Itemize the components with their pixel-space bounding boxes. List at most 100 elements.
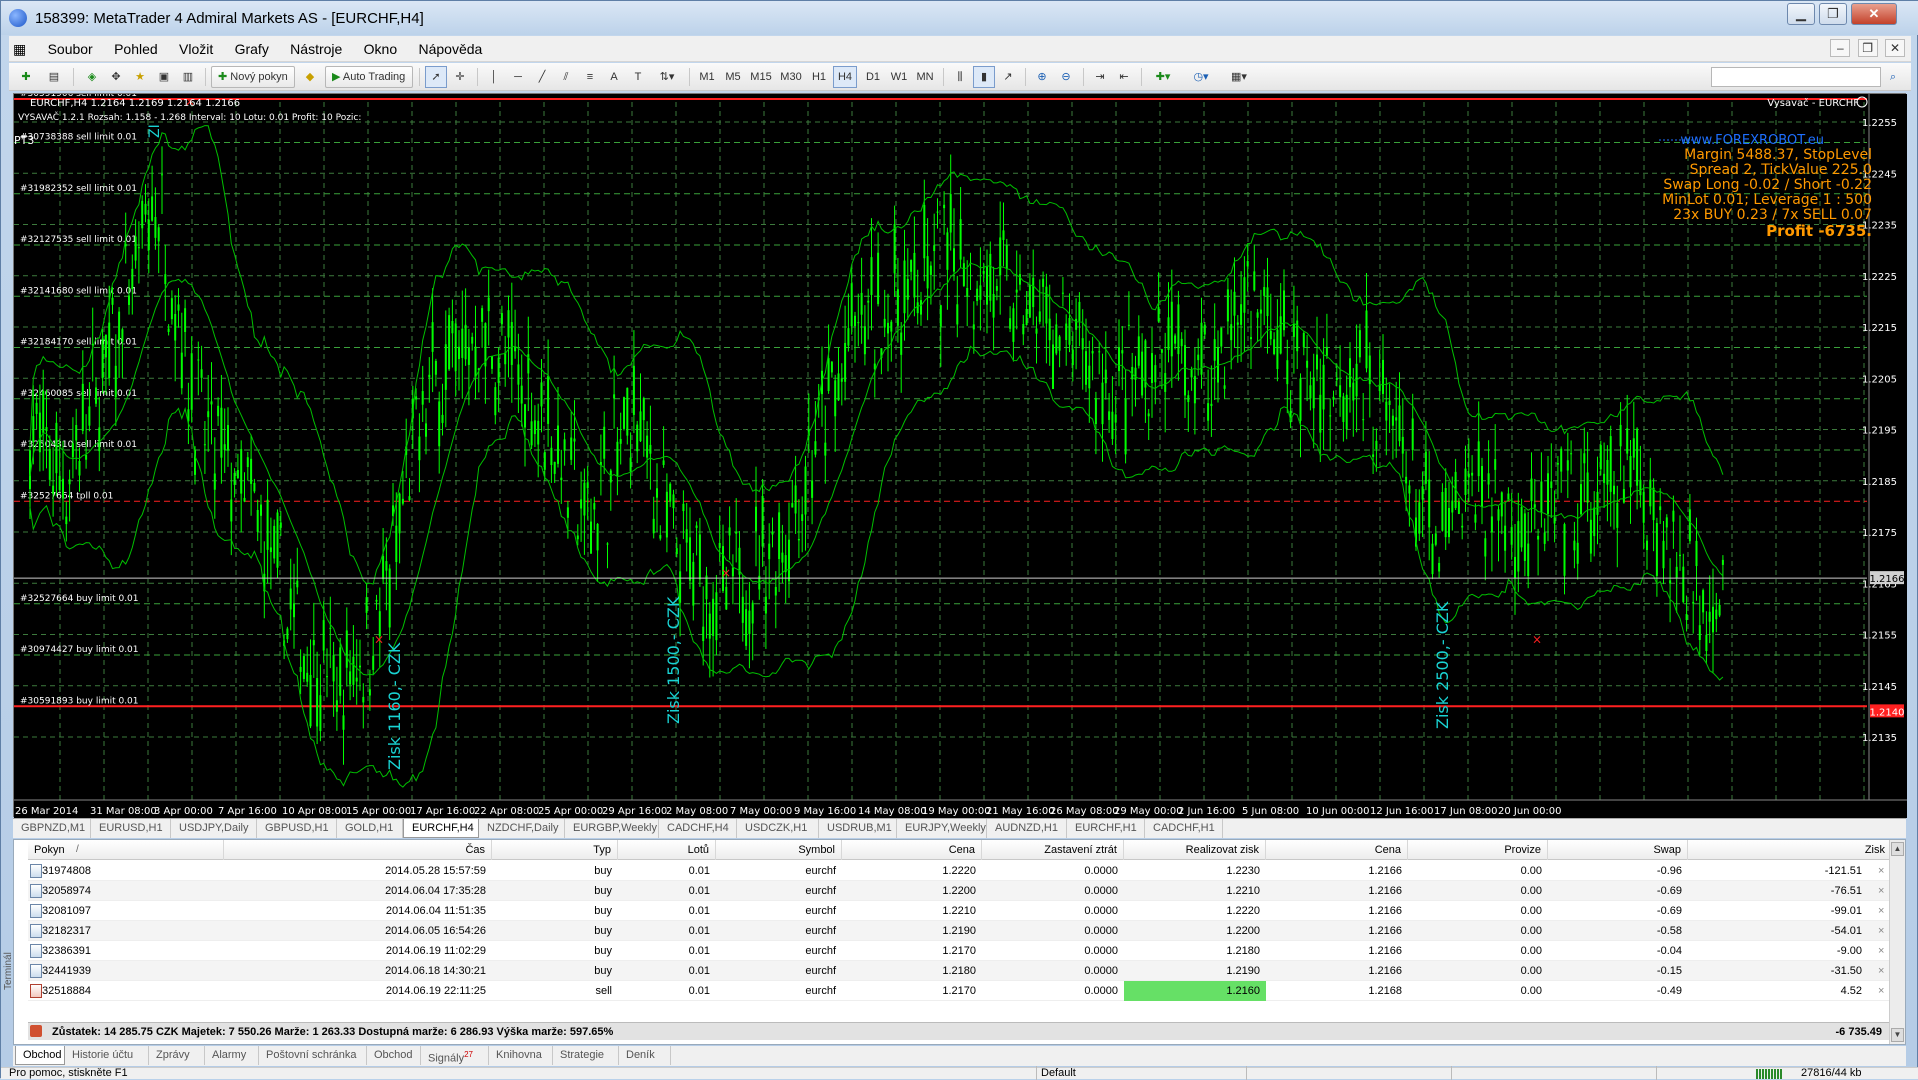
table-row[interactable]: 32441939 2014.06.18 14:30:21 buy 0.01 eurchf…: [28, 961, 1892, 981]
chart-shift-icon[interactable]: ⇤: [1113, 66, 1135, 88]
chart-tab[interactable]: AUDNZD,H1: [987, 819, 1067, 838]
chart-tab[interactable]: EURJPY,Weekly: [897, 819, 987, 838]
bar-chart-icon[interactable]: ⫼: [949, 66, 971, 88]
terminal-tab[interactable]: Deník: [619, 1046, 671, 1065]
label-tool-icon[interactable]: T: [627, 66, 649, 88]
chart-window-icon[interactable]: ▦: [9, 36, 35, 62]
terminal-tab[interactable]: Obchod: [15, 1046, 65, 1065]
periods-icon[interactable]: ◷▾: [1185, 66, 1217, 88]
column-header[interactable]: Typ: [492, 840, 618, 860]
zoom-out-icon[interactable]: ⊖: [1055, 66, 1077, 88]
channel-tool-icon[interactable]: ⫽: [555, 66, 577, 88]
navigator-icon[interactable]: ★: [129, 66, 151, 88]
menu-vlozit[interactable]: Vložit: [170, 36, 222, 62]
terminal-icon[interactable]: ▣: [153, 66, 175, 88]
table-row[interactable]: 32081097 2014.06.04 11:51:35 buy 0.01 eurchf…: [28, 901, 1892, 921]
chart-canvas[interactable]: 1.22551.22451.22351.22251.22151.22051.21…: [14, 94, 1907, 818]
new-chart-icon[interactable]: ✚: [15, 66, 37, 88]
new-order-button[interactable]: ✚ Nový pokyn: [211, 66, 295, 88]
close-order-icon[interactable]: ×: [1872, 961, 1888, 981]
market-watch-icon[interactable]: ◈: [81, 66, 103, 88]
chart-tab[interactable]: GBPNZD,M1: [13, 819, 91, 838]
text-tool-icon[interactable]: A: [603, 66, 625, 88]
column-header[interactable]: Čas: [224, 840, 492, 860]
terminal-tab[interactable]: Historie účtu: [65, 1046, 149, 1065]
chart-tab[interactable]: USDRUB,M1: [819, 819, 897, 838]
indicators-icon[interactable]: ✚▾: [1147, 66, 1179, 88]
column-header[interactable]: Swap: [1548, 840, 1688, 860]
crosshair-tool-icon[interactable]: ✛: [449, 66, 471, 88]
table-row[interactable]: 32518884 2014.06.19 22:11:25 sell 0.01 eurch…: [28, 981, 1892, 1001]
column-header[interactable]: Pokyn: [28, 840, 224, 860]
price-chart[interactable]: 1.2255 1.2245 1.2235 1.2225 1.2215 1.2205 1.21…: [13, 93, 1907, 818]
chart-tab[interactable]: GBPUSD,H1: [257, 819, 337, 838]
menu-soubor[interactable]: Soubor: [39, 36, 102, 62]
close-order-icon[interactable]: ×: [1872, 901, 1888, 921]
close-order-icon[interactable]: ×: [1872, 941, 1888, 961]
terminal-tab[interactable]: Obchod: [367, 1046, 421, 1065]
column-header[interactable]: Provize: [1408, 840, 1548, 860]
column-header[interactable]: Realizovat zisk: [1124, 840, 1266, 860]
auto-trading-button[interactable]: ▶ Auto Trading: [325, 66, 413, 88]
mdi-minimize-button[interactable]: –: [1830, 39, 1851, 57]
column-header[interactable]: Cena: [842, 840, 982, 860]
chart-tab[interactable]: EURCHF,H1: [1067, 819, 1145, 838]
column-header[interactable]: Cena: [1266, 840, 1408, 860]
timeframe-d1[interactable]: D1: [861, 66, 885, 88]
chart-tab[interactable]: EURGBP,Weekly: [565, 819, 659, 838]
cursor-tool-icon[interactable]: ➚: [425, 66, 447, 88]
close-button[interactable]: ✕: [1851, 3, 1897, 25]
timeframe-mn[interactable]: MN: [913, 66, 937, 88]
chart-tab[interactable]: CADCHF,H4: [659, 819, 737, 838]
close-order-icon[interactable]: ×: [1872, 921, 1888, 941]
menu-okno[interactable]: Okno: [355, 36, 406, 62]
chart-tab[interactable]: CADCHF,H1: [1145, 819, 1223, 838]
minimize-button[interactable]: ▁: [1787, 3, 1815, 25]
terminal-tab[interactable]: Zprávy: [149, 1046, 205, 1065]
chart-tab[interactable]: USDCZK,H1: [737, 819, 819, 838]
search-input[interactable]: [1711, 67, 1881, 87]
timeframe-m15[interactable]: M15: [747, 66, 775, 88]
column-header[interactable]: Zastavení ztrát: [982, 840, 1124, 860]
menu-napoveda[interactable]: Nápověda: [409, 36, 491, 62]
column-header[interactable]: Zisk: [1688, 840, 1892, 860]
vertical-line-tool-icon[interactable]: │: [483, 66, 505, 88]
chart-tab[interactable]: EURUSD,H1: [91, 819, 171, 838]
terminal-scrollbar[interactable]: ▲ ▼: [1889, 840, 1905, 1044]
table-row[interactable]: 32386391 2014.06.19 11:02:29 buy 0.01 eurchf…: [28, 941, 1892, 961]
column-header[interactable]: Lotů: [618, 840, 716, 860]
data-window-icon[interactable]: ✥: [105, 66, 127, 88]
fibonacci-tool-icon[interactable]: ≡: [579, 66, 601, 88]
terminal-tab[interactable]: Knihovna: [489, 1046, 553, 1065]
mdi-close-button[interactable]: ✕: [1885, 39, 1905, 57]
timeframe-h4[interactable]: H4: [833, 66, 857, 88]
timeframe-h1[interactable]: H1: [807, 66, 831, 88]
line-chart-icon[interactable]: ↗: [997, 66, 1019, 88]
scroll-down-icon[interactable]: ▼: [1891, 1028, 1904, 1042]
terminal-tab[interactable]: Signály27: [421, 1046, 489, 1065]
scroll-up-icon[interactable]: ▲: [1891, 842, 1904, 856]
autoscroll-icon[interactable]: ⇥: [1089, 66, 1111, 88]
table-row[interactable]: 31974808 2014.05.28 15:57:59 buy 0.01 eurchf…: [28, 861, 1892, 881]
menu-nastroje[interactable]: Nástroje: [281, 36, 351, 62]
timeframe-m1[interactable]: M1: [695, 66, 719, 88]
menu-grafy[interactable]: Grafy: [226, 36, 278, 62]
trendline-tool-icon[interactable]: ╱: [531, 66, 553, 88]
templates-icon[interactable]: ▦▾: [1223, 66, 1255, 88]
meta-editor-icon[interactable]: ◆: [299, 66, 321, 88]
chart-tab[interactable]: NZDCHF,Daily: [479, 819, 565, 838]
mdi-restore-button[interactable]: ❐: [1857, 39, 1878, 57]
maximize-button[interactable]: ❐: [1819, 3, 1847, 25]
close-order-icon[interactable]: ×: [1872, 881, 1888, 901]
terminal-tab[interactable]: Alarmy: [205, 1046, 259, 1065]
horizontal-line-tool-icon[interactable]: ─: [507, 66, 529, 88]
column-header[interactable]: Symbol: [716, 840, 842, 860]
search-icon[interactable]: ⌕: [1883, 66, 1903, 88]
zoom-in-icon[interactable]: ⊕: [1031, 66, 1053, 88]
timeframe-m5[interactable]: M5: [721, 66, 745, 88]
close-order-icon[interactable]: ×: [1872, 861, 1888, 881]
chart-tab[interactable]: USDJPY,Daily: [171, 819, 257, 838]
terminal-tab[interactable]: Strategie: [553, 1046, 619, 1065]
menu-pohled[interactable]: Pohled: [105, 36, 167, 62]
timeframe-w1[interactable]: W1: [887, 66, 911, 88]
